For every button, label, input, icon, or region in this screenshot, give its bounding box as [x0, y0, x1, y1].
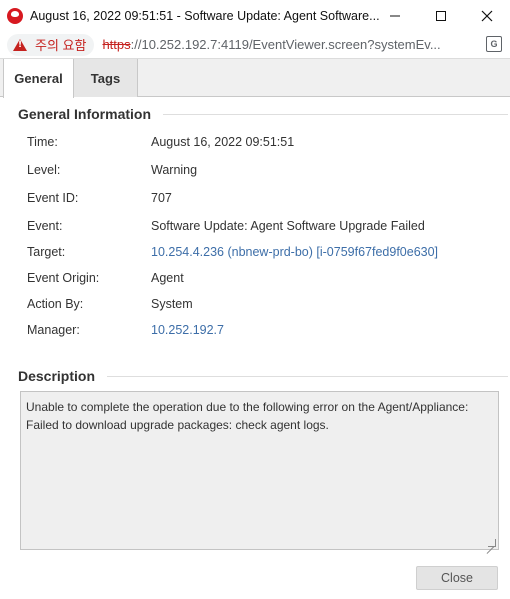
- description-line: Failed to download upgrade packages: che…: [26, 418, 329, 432]
- window-titlebar: August 16, 2022 09:51:51 - Software Upda…: [0, 0, 510, 31]
- close-icon: [481, 10, 493, 21]
- field-label: Manager:: [27, 323, 80, 337]
- field-value: 707: [151, 191, 172, 205]
- address-bar: 주의 요함 https://10.252.192.7:4119/EventVie…: [0, 31, 510, 58]
- window-title: August 16, 2022 09:51:51 - Software Upda…: [30, 8, 380, 23]
- section-title: Description: [18, 368, 96, 384]
- info-row-time: Time: August 16, 2022 09:51:51: [27, 133, 497, 151]
- section-divider: [107, 375, 508, 377]
- close-button[interactable]: Close: [416, 566, 498, 590]
- field-value: Software Update: Agent Software Upgrade …: [151, 219, 425, 233]
- url-scheme: https: [102, 37, 131, 52]
- target-link[interactable]: 10.254.4.236 (nbnew-prd-bo) [i-0759f67fe…: [151, 245, 438, 259]
- general-information-heading: General Information: [18, 106, 508, 122]
- info-row-event-origin: Event Origin: Agent: [27, 269, 497, 287]
- field-value: Agent: [151, 271, 184, 285]
- info-row-event: Event: Software Update: Agent Software U…: [27, 217, 497, 235]
- close-window-button[interactable]: [464, 0, 510, 31]
- translate-icon[interactable]: G: [486, 36, 502, 52]
- field-label: Event:: [27, 219, 63, 233]
- tab-strip: General Tags: [0, 58, 510, 98]
- description-heading: Description: [18, 368, 508, 384]
- field-value: Warning: [151, 163, 198, 177]
- info-row-level: Level: Warning: [27, 161, 497, 179]
- field-label: Action By:: [27, 297, 84, 311]
- info-row-target: Target: 10.254.4.236 (nbnew-prd-bo) [i-0…: [27, 243, 497, 261]
- section-title: General Information: [18, 106, 152, 122]
- tab-general[interactable]: General: [3, 59, 74, 98]
- maximize-icon: [436, 10, 446, 21]
- security-warning-chip[interactable]: 주의 요함: [7, 33, 95, 56]
- description-textarea[interactable]: Unable to complete the operation due to …: [20, 391, 499, 550]
- minimize-button[interactable]: [372, 0, 418, 31]
- resize-grip-icon[interactable]: [488, 539, 496, 547]
- field-value: August 16, 2022 09:51:51: [151, 135, 295, 149]
- manager-link[interactable]: 10.252.192.7: [151, 323, 224, 337]
- url-field[interactable]: https://10.252.192.7:4119/EventViewer.sc…: [102, 37, 462, 52]
- field-label: Event ID:: [27, 191, 79, 205]
- maximize-button[interactable]: [418, 0, 464, 31]
- field-label: Time:: [27, 135, 58, 149]
- security-label: 주의 요함: [35, 38, 87, 53]
- field-value: System: [151, 297, 193, 311]
- section-divider: [163, 113, 508, 115]
- description-line: Unable to complete the operation due to …: [26, 400, 469, 414]
- field-label: Level:: [27, 163, 61, 177]
- info-row-action-by: Action By: System: [27, 295, 497, 313]
- trend-micro-logo-icon: [7, 7, 23, 24]
- info-row-manager: Manager: 10.252.192.7: [27, 321, 497, 339]
- info-row-event-id: Event ID: 707: [27, 189, 497, 207]
- warning-triangle-icon: [13, 38, 27, 51]
- field-label: Target:: [27, 245, 66, 259]
- url-rest: ://10.252.192.7:4119/EventViewer.screen?…: [130, 37, 441, 52]
- window-controls: [372, 0, 510, 31]
- tab-tags[interactable]: Tags: [74, 59, 138, 97]
- field-label: Event Origin:: [27, 271, 100, 285]
- minimize-icon: [390, 15, 400, 16]
